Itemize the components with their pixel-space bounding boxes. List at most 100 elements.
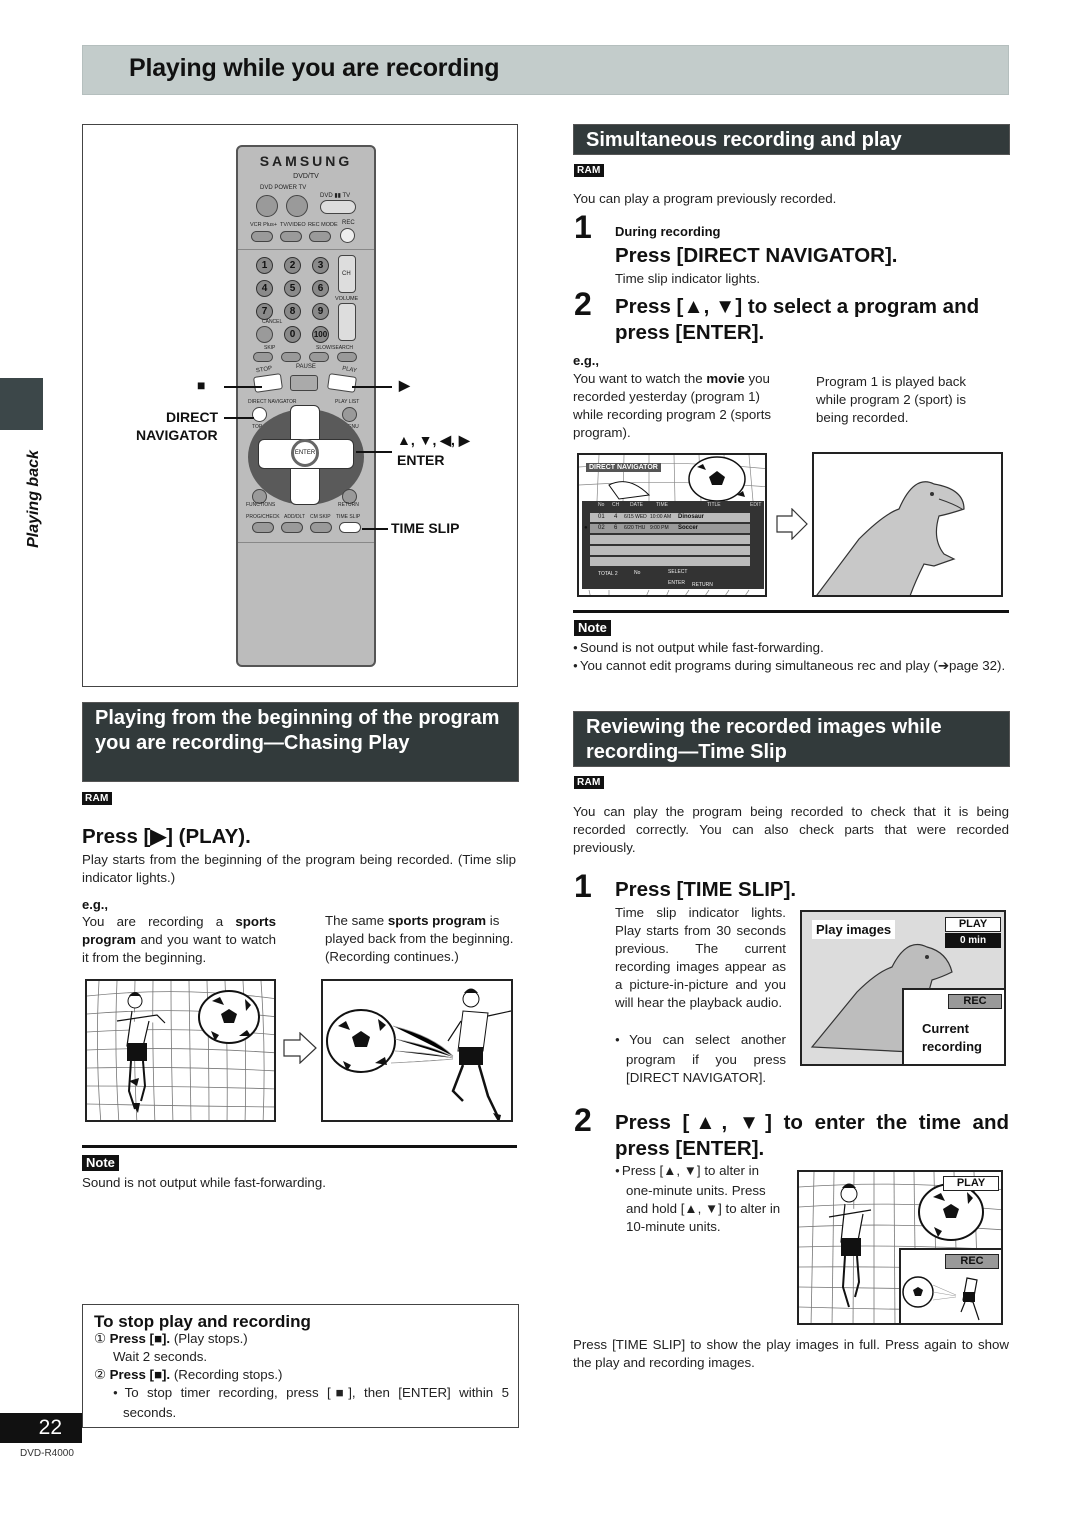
net-grid-icon	[87, 981, 274, 1120]
stop-wait: Wait 2 seconds.	[113, 1349, 208, 1364]
time-offset-readout: 0 min	[945, 933, 1001, 948]
step-number: 2	[574, 286, 592, 322]
number-button: 7	[256, 303, 273, 320]
rec-button	[340, 228, 355, 243]
time-slip-label: TIME SLIP	[336, 514, 361, 520]
play-tag: PLAY	[945, 917, 1001, 932]
number-button: 9	[312, 303, 329, 320]
stop-label: STOP	[255, 365, 273, 375]
recording-dot-icon: ●	[584, 525, 588, 531]
callout-leader	[352, 386, 392, 388]
chasing-description: Play starts from the beginning of the pr…	[82, 852, 516, 885]
rec-tag: REC	[945, 1254, 999, 1269]
pip-window: REC Current recording	[902, 988, 1004, 1064]
power-dvd-button	[256, 195, 278, 217]
current-recording-label: Current recording	[922, 1021, 982, 1054]
rec-tag: REC	[948, 994, 1002, 1009]
stop-box-heading: To stop play and recording	[94, 1312, 311, 1331]
step1-title: Press [DIRECT NAVIGATOR].	[615, 244, 898, 267]
direct-navigator-screen: DIRECT NAVIGATOR No CH DATE TIME TITLE E…	[577, 453, 767, 597]
page-title: Playing while you are recording	[129, 54, 500, 82]
step-number: 1	[574, 209, 592, 245]
skip-forward-button	[281, 352, 301, 362]
dinosaur-illustration	[812, 452, 1003, 597]
fast-forward-button	[337, 352, 357, 362]
stop-step-2: ② Press [■]. (Recording stops.)	[94, 1367, 283, 1382]
callout-leader	[362, 528, 388, 530]
skip-label: SKIP	[264, 345, 276, 351]
stop-play-recording-box: To stop play and recording ① Press [■]. …	[82, 1304, 519, 1428]
number-button: 100	[312, 326, 329, 343]
total-count: TOTAL 2	[598, 571, 618, 577]
vcr-plus-label: VCR Plus+	[250, 222, 278, 228]
cm-skip-label: CM SKIP	[310, 514, 331, 520]
return-label: RETURN	[338, 502, 359, 508]
rec-mode-button	[309, 231, 331, 242]
add-dlt-button	[281, 522, 303, 533]
time-slip-step2-title: Press [▲, ▼] to enter the time and press…	[615, 1111, 1009, 1160]
kicker-illustration	[321, 979, 513, 1122]
number-button: 2	[284, 257, 301, 274]
stop-timer-bullet: To stop timer recording, press [■], then…	[113, 1384, 509, 1422]
direct-navigator-row-empty	[590, 535, 750, 544]
soccer-kick-icon	[326, 988, 511, 1120]
remote-subtitle: DVD/TV	[293, 173, 319, 180]
power-label: DVD POWER TV	[260, 185, 307, 191]
functions-label: FUNCTIONS	[246, 502, 276, 508]
play-tag: PLAY	[943, 1176, 999, 1191]
time-slip-screen: Play images PLAY 0 min REC Current record…	[800, 910, 1006, 1066]
direct-navigator-button	[252, 407, 267, 422]
dvd-tv-label: DVD ▮▮ TV	[320, 193, 351, 199]
cancel-label: CANCEL	[262, 319, 283, 325]
step-number: 2	[574, 1102, 592, 1138]
chasing-note: Sound is not output while fast-forwardin…	[82, 1175, 326, 1190]
simultaneous-note-2: You cannot edit programs during simultan…	[573, 657, 1009, 677]
skip-back-button	[253, 352, 273, 362]
remote-control-illustration: SAMSUNG DVD/TV DVD POWER TV DVD ▮▮ TV VC…	[236, 145, 376, 667]
step2-title: Press [▲, ▼] to select a program and pre…	[615, 295, 980, 344]
arrows-callout: ▲, ▼, ◀, ▶	[397, 432, 470, 448]
play-list-label: PLAY LIST	[335, 399, 360, 405]
direct-navigator-panel: No CH DATE TIME TITLE EDIT 01 4 6/15 WED…	[582, 501, 764, 589]
number-button: 0	[284, 326, 301, 343]
play-list-button	[342, 407, 357, 422]
side-tab-marker	[0, 378, 43, 430]
direct-navigator-title: DIRECT NAVIGATOR	[586, 463, 661, 472]
simultaneous-intro: You can play a program previously record…	[573, 191, 837, 206]
direct-navigator-row: ● 02 6 6/20 THU 9:00 PM Soccer	[584, 524, 750, 533]
ram-badge: RAM	[82, 792, 112, 805]
chasing-example-left: You are recording a sports program and y…	[82, 914, 276, 965]
rec-label: REC	[342, 220, 355, 226]
direct-navigator-callout-line1: DIRECT	[166, 409, 219, 425]
simultaneous-example-left: You want to watch the movie you recorded…	[573, 371, 772, 440]
vcr-plus-button	[251, 231, 273, 242]
channel-label: CH	[342, 271, 351, 277]
number-button: 8	[284, 303, 301, 320]
direct-navigator-row: 01 4 6/15 WED 10:00 AM Dinosaur	[590, 513, 750, 522]
enter-callout: ENTER	[397, 452, 445, 468]
direct-navigator-label: DIRECT NAVIGATOR	[248, 399, 297, 405]
enter-label: ENTER	[668, 580, 685, 586]
note-badge: Note	[82, 1155, 119, 1171]
cm-skip-button	[310, 522, 332, 533]
step-number: 1	[574, 868, 592, 904]
play-callout: ▶	[399, 377, 410, 393]
eg-label: e.g.,	[573, 353, 600, 368]
power-tv-button	[286, 195, 308, 217]
simultaneous-example-right: Program 1 is played back while program 2…	[816, 374, 967, 425]
rec-mode-label: REC MODE	[308, 222, 338, 228]
time-slip-intro: You can play the program being recorded …	[573, 804, 1009, 855]
time-slip-step1-bullet: You can select another program if you pr…	[615, 1031, 786, 1087]
dinosaur-icon	[816, 481, 965, 595]
time-slip-button	[339, 522, 361, 533]
time-slip-step1-title: Press [TIME SLIP].	[615, 878, 797, 901]
play-images-label: Play images	[812, 920, 896, 939]
direct-navigator-row-empty	[590, 546, 750, 555]
play-label: PLAY	[341, 365, 358, 375]
time-slip-callout: TIME SLIP	[391, 520, 460, 536]
direct-navigator-row-empty	[590, 557, 750, 566]
pause-button	[290, 375, 318, 391]
direct-navigator-callout-line2: NAVIGATOR	[136, 427, 218, 443]
number-button: 5	[284, 280, 301, 297]
tv-video-label: TV/VIDEO	[280, 222, 306, 228]
